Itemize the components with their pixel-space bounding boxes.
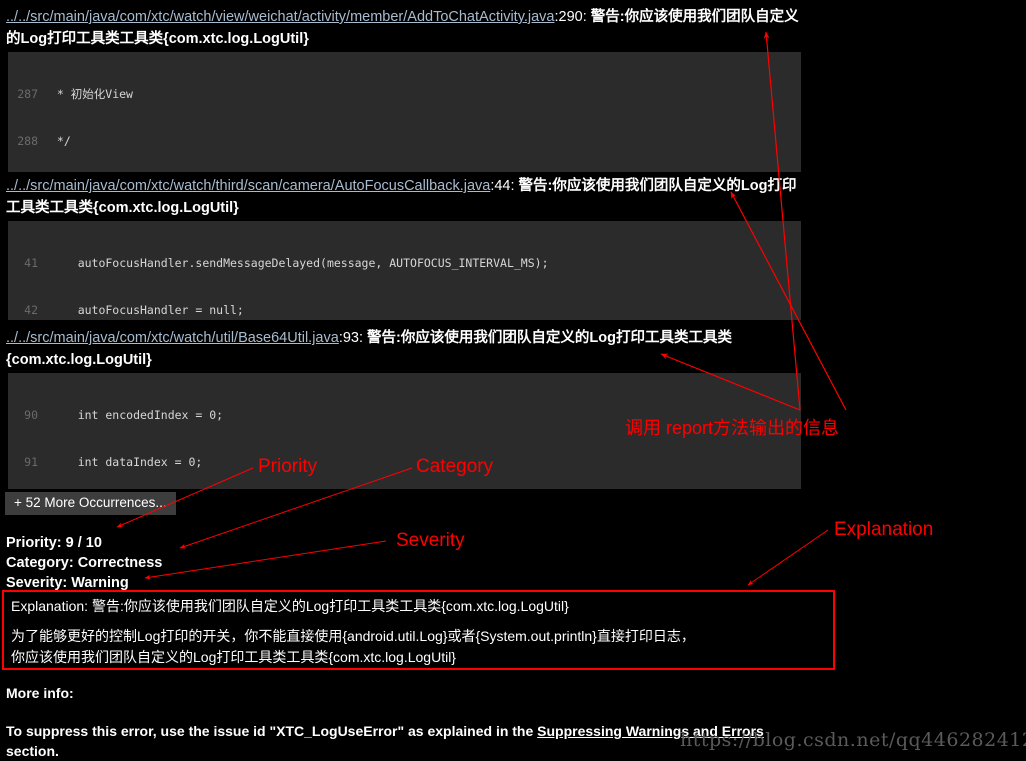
explanation-line-1: Explanation: 警告:你应该使用我们团队自定义的Log打印工具类工具类… [11,598,569,614]
suppress-instruction-continued: section. [6,743,59,759]
line-gutter: 41 [24,256,38,270]
code-line: 287 * 初始化View [8,87,801,103]
more-info-label: More info: [6,685,74,701]
line-number-1: :290: [554,9,591,25]
explanation-spacer [11,617,826,626]
code-snippet-2: 41 autoFocusHandler.sendMessageDelayed(m… [8,221,801,320]
file-path-link-1[interactable]: ../../src/main/java/com/xtc/watch/view/w… [6,9,555,25]
code-text: int dataIndex = 0; [50,454,203,469]
warning-header-1: ../../src/main/java/com/xtc/watch/view/w… [6,6,806,50]
annotation-category-label: Category [416,456,494,477]
file-path-link-2[interactable]: ../../src/main/java/com/xtc/watch/third/… [6,178,490,194]
watermark: https://blog.csdn.net/qq446282412 [680,729,1026,751]
code-text: int encodedIndex = 0; [50,408,224,422]
explanation-box: Explanation: 警告:你应该使用我们团队自定义的Log打印工具类工具类… [2,590,835,670]
annotation-report-label: 调用 report方法输出的信息 [625,418,840,438]
suppress-instruction-text: To suppress this error, use the issue id… [6,723,538,739]
code-snippet-1: 287 * 初始化View 288 */ 289private void ini… [8,52,801,172]
suppress-instruction: To suppress this error, use the issue id… [6,721,764,741]
code-line: 42 autoFocusHandler = null; [8,303,801,319]
arrow-explanation [747,529,829,586]
arrow-severity [144,540,387,580]
warning-entry-1: ../../src/main/java/com/xtc/watch/view/w… [6,6,806,50]
warning-entry-2: ../../src/main/java/com/xtc/watch/third/… [6,175,806,219]
code-line: 41 autoFocusHandler.sendMessageDelayed(m… [8,256,801,272]
code-line: 288 */ [8,134,801,150]
explanation-line-2: 为了能够更好的控制Log打印的开关，你不能直接使用{android.util.L… [11,628,695,644]
lint-report-page: ../../src/main/java/com/xtc/watch/view/w… [0,0,1026,761]
annotation-priority-label: Priority [258,456,318,477]
code-text: autoFocusHandler = null; [50,302,244,317]
category-value: Category: Correctness [6,555,163,571]
explanation-line-3: 你应该使用我们团队自定义的Log打印工具类工具类{com.xtc.log.Log… [11,649,456,665]
explanation-content: Explanation: 警告:你应该使用我们团队自定义的Log打印工具类工具类… [4,592,833,672]
annotation-severity-label: Severity [396,530,465,551]
line-gutter: 288 [17,133,38,148]
annotation-explanation-label: Explanation [834,519,934,540]
line-gutter: 91 [24,454,38,469]
line-gutter: 287 [17,87,38,101]
more-occurrences-button[interactable]: + 52 More Occurrences... [5,492,176,515]
warning-entry-3: ../../src/main/java/com/xtc/watch/util/B… [6,327,806,371]
code-text: */ [50,133,71,148]
line-gutter: 42 [24,302,38,317]
file-path-link-3[interactable]: ../../src/main/java/com/xtc/watch/util/B… [6,330,339,346]
line-gutter: 90 [24,408,38,422]
code-line: 91 int dataIndex = 0; [8,455,801,471]
warning-header-2: ../../src/main/java/com/xtc/watch/third/… [6,175,806,219]
code-text: autoFocusHandler.sendMessageDelayed(mess… [50,256,549,270]
priority-value: Priority: 9 / 10 [6,535,102,551]
line-number-3: :93: [338,330,368,346]
warning-header-3: ../../src/main/java/com/xtc/watch/util/B… [6,327,806,371]
line-number-2: :44: [490,178,519,194]
code-text: * 初始化View [50,87,133,101]
